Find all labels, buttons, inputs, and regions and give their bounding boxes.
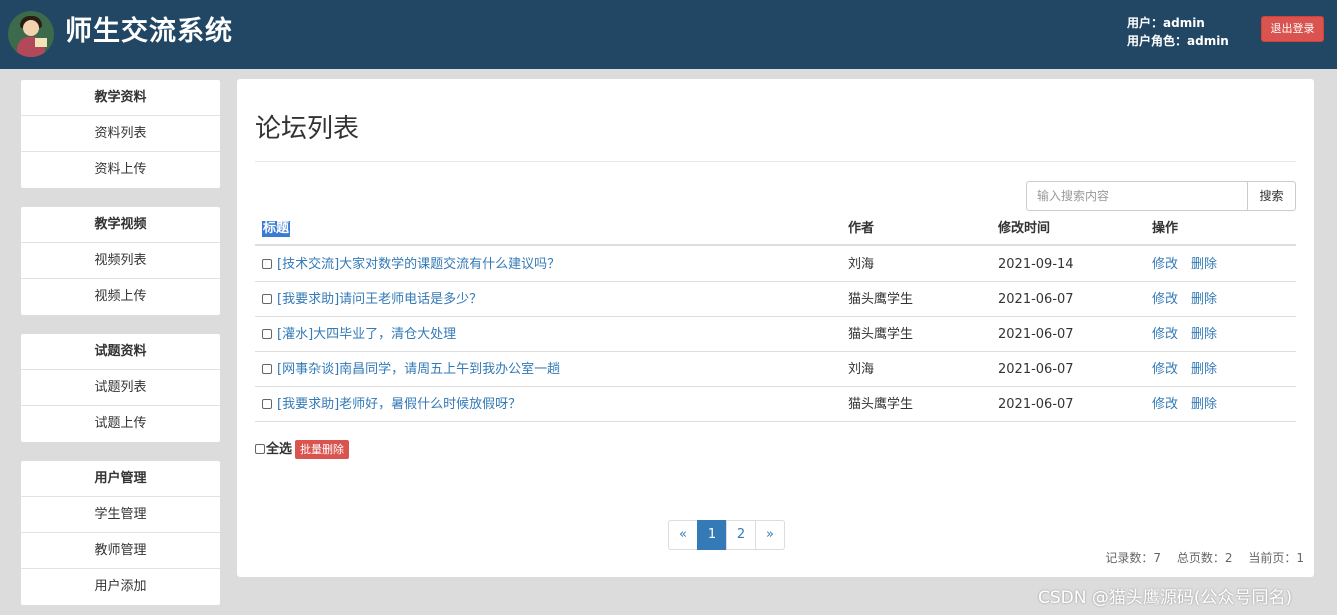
table-row: [技术交流]大家对数学的课题交流有什么建议吗？ 刘海 2021-09-14 修改… bbox=[255, 247, 1296, 282]
search-button[interactable]: 搜索 bbox=[1247, 181, 1296, 211]
sidebar-group-title: 用户管理 bbox=[21, 461, 220, 497]
post-time: 2021-09-14 bbox=[998, 257, 1074, 272]
edit-link[interactable]: 修改 bbox=[1152, 327, 1178, 342]
row-checkbox[interactable] bbox=[262, 364, 272, 374]
pagination-stats: 记录数：7 总页数：2 当前页：1 bbox=[1093, 549, 1304, 566]
post-title-link[interactable]: [网事杂谈]南昌同学，请周五上午到我办公室一趟 bbox=[277, 362, 560, 377]
search-input[interactable] bbox=[1026, 181, 1248, 211]
column-header-time: 修改时间 bbox=[998, 221, 1051, 236]
current-page: 当前页：1 bbox=[1248, 551, 1304, 565]
sidebar-item-material-upload[interactable]: 资料上传 bbox=[21, 152, 220, 188]
post-time: 2021-06-07 bbox=[998, 397, 1074, 412]
delete-link[interactable]: 删除 bbox=[1191, 292, 1217, 307]
post-title-link[interactable]: [灌水]大四毕业了，清仓大处理 bbox=[277, 327, 456, 342]
top-header: 师生交流系统 用户：admin 用户角色：admin 退出登录 bbox=[0, 0, 1337, 69]
delete-link[interactable]: 删除 bbox=[1191, 397, 1217, 412]
logout-button[interactable]: 退出登录 bbox=[1261, 16, 1324, 42]
post-title-link[interactable]: [技术交流]大家对数学的课题交流有什么建议吗？ bbox=[277, 257, 560, 272]
sidebar-item-user-add[interactable]: 用户添加 bbox=[21, 569, 220, 605]
sidebar-item-student-management[interactable]: 学生管理 bbox=[21, 497, 220, 533]
row-checkbox[interactable] bbox=[262, 329, 272, 339]
select-all-label: 全选 bbox=[266, 442, 293, 457]
post-time: 2021-06-07 bbox=[998, 362, 1074, 377]
delete-link[interactable]: 删除 bbox=[1191, 327, 1217, 342]
post-title-link[interactable]: [我要求助]老师好，暑假什么时候放假呀？ bbox=[277, 397, 521, 412]
edit-link[interactable]: 修改 bbox=[1152, 257, 1178, 272]
row-checkbox[interactable] bbox=[262, 259, 272, 269]
row-checkbox[interactable] bbox=[262, 294, 272, 304]
table-row: [我要求助]请问王老师电话是多少？ 猫头鹰学生 2021-06-07 修改 删除 bbox=[255, 282, 1296, 317]
table-row: [我要求助]老师好，暑假什么时候放假呀？ 猫头鹰学生 2021-06-07 修改… bbox=[255, 387, 1296, 422]
sidebar-group-teaching-videos: 教学视频 视频列表 视频上传 bbox=[20, 206, 221, 316]
delete-link[interactable]: 删除 bbox=[1191, 257, 1217, 272]
post-title-link[interactable]: [我要求助]请问王老师电话是多少？ bbox=[277, 292, 482, 307]
table-row: [网事杂谈]南昌同学，请周五上午到我办公室一趟 刘海 2021-06-07 修改… bbox=[255, 352, 1296, 387]
divider bbox=[255, 161, 1296, 162]
pagination-next[interactable]: » bbox=[755, 520, 785, 550]
sidebar-item-exam-upload[interactable]: 试题上传 bbox=[21, 406, 220, 442]
table-header-row: 标题 作者 修改时间 操作 bbox=[255, 211, 1296, 246]
column-header-operations: 操作 bbox=[1152, 221, 1179, 236]
user-name-line: 用户：admin bbox=[1127, 16, 1205, 30]
sidebar-item-video-upload[interactable]: 视频上传 bbox=[21, 279, 220, 315]
row-checkbox[interactable] bbox=[262, 399, 272, 409]
post-time: 2021-06-07 bbox=[998, 292, 1074, 307]
sidebar-group-user-management: 用户管理 学生管理 教师管理 用户添加 bbox=[20, 460, 221, 606]
post-author: 猫头鹰学生 bbox=[848, 397, 914, 412]
post-author: 猫头鹰学生 bbox=[848, 292, 914, 307]
post-time: 2021-06-07 bbox=[998, 327, 1074, 342]
csdn-watermark: CSDN @猫头鹰源码(公众号同名) bbox=[1038, 588, 1293, 608]
pagination: « 1 2 » bbox=[668, 520, 785, 550]
edit-link[interactable]: 修改 bbox=[1152, 362, 1178, 377]
pagination-page-1[interactable]: 1 bbox=[697, 520, 727, 550]
bulk-actions: 全选 批量删除 bbox=[255, 440, 350, 459]
sidebar-item-teacher-management[interactable]: 教师管理 bbox=[21, 533, 220, 569]
delete-link[interactable]: 删除 bbox=[1191, 362, 1217, 377]
sidebar-group-exam-materials: 试题资料 试题列表 试题上传 bbox=[20, 333, 221, 443]
table-row: [灌水]大四毕业了，清仓大处理 猫头鹰学生 2021-06-07 修改 删除 bbox=[255, 317, 1296, 352]
user-role-line: 用户角色：admin bbox=[1127, 34, 1229, 48]
sidebar-group-title: 教学资料 bbox=[21, 80, 220, 116]
sidebar-group-title: 教学视频 bbox=[21, 207, 220, 243]
edit-link[interactable]: 修改 bbox=[1152, 397, 1178, 412]
post-author: 刘海 bbox=[848, 257, 875, 272]
sidebar-group-title: 试题资料 bbox=[21, 334, 220, 370]
record-count: 记录数：7 bbox=[1105, 551, 1162, 565]
select-all-checkbox[interactable] bbox=[255, 444, 265, 454]
pagination-page-2[interactable]: 2 bbox=[726, 520, 756, 550]
column-header-title: 标题 bbox=[262, 221, 291, 237]
post-author: 猫头鹰学生 bbox=[848, 327, 914, 342]
teacher-avatar-logo bbox=[8, 11, 54, 57]
main-panel: 论坛列表 搜索 标题 作者 修改时间 操作 [技术交流]大家对数学的课题交流有什… bbox=[237, 79, 1314, 577]
edit-link[interactable]: 修改 bbox=[1152, 292, 1178, 307]
pagination-prev[interactable]: « bbox=[668, 520, 698, 550]
post-author: 刘海 bbox=[848, 362, 875, 377]
user-info: 用户：admin 用户角色：admin bbox=[1127, 14, 1229, 50]
sidebar-group-teaching-materials: 教学资料 资料列表 资料上传 bbox=[20, 79, 221, 189]
sidebar-item-video-list[interactable]: 视频列表 bbox=[21, 243, 220, 279]
sidebar-item-exam-list[interactable]: 试题列表 bbox=[21, 370, 220, 406]
page-title: 论坛列表 bbox=[255, 114, 360, 144]
total-pages: 总页数：2 bbox=[1176, 551, 1233, 565]
column-header-author: 作者 bbox=[848, 221, 875, 236]
app-title: 师生交流系统 bbox=[65, 16, 233, 47]
batch-delete-button[interactable]: 批量删除 bbox=[295, 440, 350, 459]
sidebar-item-material-list[interactable]: 资料列表 bbox=[21, 116, 220, 152]
